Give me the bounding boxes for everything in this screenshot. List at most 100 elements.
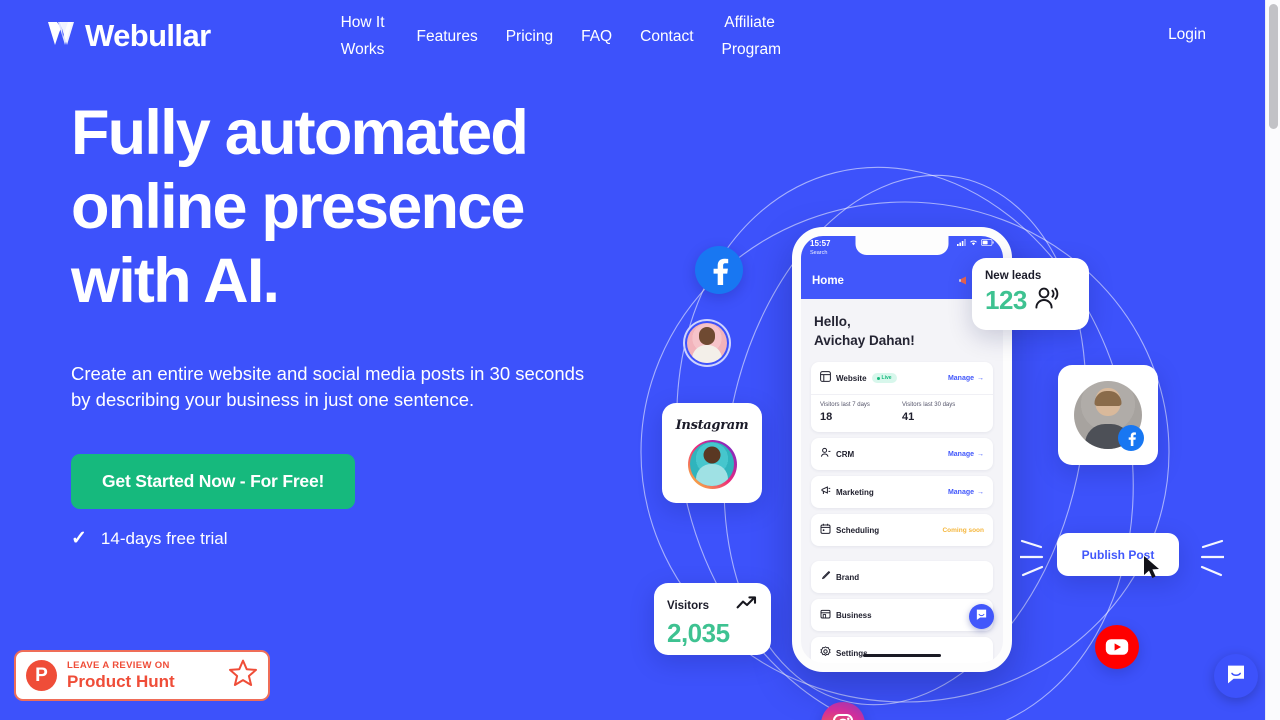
brush-icon <box>820 568 831 586</box>
instagram-wordmark: Instagram <box>675 417 749 433</box>
hero-subtitle: Create an entire website and social medi… <box>71 363 585 410</box>
social-youtube-icon[interactable] <box>1095 625 1139 669</box>
store-icon <box>820 606 831 624</box>
visitors-card: Visitors 2,035 <box>654 583 771 655</box>
product-hunt-badge[interactable]: P LEAVE A REVIEW ON Product Hunt <box>14 650 270 701</box>
nav-item-how-it-works[interactable]: How It Works <box>323 9 403 63</box>
gear-icon <box>820 644 831 662</box>
facebook-icon <box>1118 425 1144 451</box>
coming-soon-badge: Coming soon <box>942 526 984 534</box>
instagram-card: Instagram <box>662 403 762 503</box>
row-label: Business <box>836 610 872 620</box>
click-rays-right-icon <box>1200 539 1224 577</box>
chat-smile-icon <box>1225 663 1247 690</box>
row-label: Brand <box>836 572 860 582</box>
trending-up-icon <box>736 595 758 616</box>
live-badge-label: Live <box>881 375 892 381</box>
manage-label: Manage <box>947 488 974 496</box>
stat-value: 18 <box>820 411 833 423</box>
phone-section-divider <box>801 552 1003 561</box>
new-leads-label: New leads <box>985 270 1042 282</box>
nav-item-pricing[interactable]: Pricing <box>492 23 567 50</box>
phone-row-scheduling[interactable]: Scheduling Coming soon <box>811 514 993 546</box>
phone-notch <box>855 236 949 255</box>
avatar-hair <box>1094 391 1122 407</box>
arrow-right-icon: → <box>977 488 984 496</box>
status-icons <box>957 238 994 248</box>
new-leads-value: 123 <box>985 285 1027 315</box>
product-hunt-logo-icon: P <box>26 660 57 691</box>
nav-item-affiliate-program[interactable]: Affiliate Program <box>708 9 792 63</box>
app-bar-title: Home <box>812 274 844 287</box>
intercom-chat-button[interactable] <box>1214 654 1258 698</box>
star-outline-icon[interactable] <box>228 658 258 693</box>
scrollbar-thumb[interactable] <box>1269 4 1278 129</box>
row-label: Marketing <box>836 487 874 497</box>
nav-item-faq[interactable]: FAQ <box>567 23 626 50</box>
profile-card <box>1058 365 1158 465</box>
row-content: Scheduling Coming soon <box>811 514 993 546</box>
phone-row-marketing[interactable]: Marketing Manage → <box>811 476 993 508</box>
product-hunt-text: LEAVE A REVIEW ON Product Hunt <box>67 660 218 692</box>
person-icon <box>820 445 831 463</box>
marketing-manage-link[interactable]: Manage → <box>948 489 984 496</box>
free-trial-note: ✓ 14-days free trial <box>71 527 631 550</box>
stat-visitors-7-days: Visitors last 7 days 18 <box>820 402 902 423</box>
page-title: Fully automated online presence with AI. <box>71 98 529 316</box>
stat-label: Visitors last 7 days <box>820 402 870 408</box>
stat-value: 41 <box>902 411 915 423</box>
webullar-w-mark-icon <box>47 20 80 52</box>
wifi-icon <box>969 239 978 248</box>
visitors-value: 2,035 <box>667 618 730 648</box>
social-facebook-icon[interactable] <box>695 246 743 294</box>
visitors-label: Visitors <box>667 599 709 612</box>
page-scrollbar[interactable] <box>1265 0 1280 720</box>
row-label: Scheduling <box>836 525 880 535</box>
phone-row-crm[interactable]: CRM Manage → <box>811 438 993 470</box>
phone-home-indicator <box>863 653 941 657</box>
website-card-title: Website <box>836 373 867 383</box>
status-search-label: Search <box>810 250 828 256</box>
phone-chat-fab[interactable] <box>969 604 994 629</box>
main-nav: How It Works Features Pricing FAQ Contac… <box>323 9 792 63</box>
people-icon <box>1034 286 1061 315</box>
stat-label: Visitors last 30 days <box>902 402 956 408</box>
brand-name: Webullar <box>85 18 211 53</box>
calendar-icon <box>820 521 831 539</box>
phone-website-card[interactable]: Website Live Manage → Visitors last 7 da… <box>811 362 993 432</box>
nav-item-contact[interactable]: Contact <box>626 23 707 50</box>
layout-icon <box>820 369 831 387</box>
website-card-header: Website Live Manage → <box>811 362 993 395</box>
stat-visitors-30-days: Visitors last 30 days 41 <box>902 402 984 423</box>
manage-label: Manage <box>947 450 974 458</box>
instagram-avatar-ring <box>687 439 737 489</box>
signal-icon <box>957 239 966 248</box>
website-manage-link[interactable]: Manage → <box>948 375 984 382</box>
get-started-button[interactable]: Get Started Now - For Free! <box>71 454 356 509</box>
product-hunt-bottom-label: Product Hunt <box>67 671 175 691</box>
site-header: Webullar How It Works Features Pricing F… <box>0 0 1265 72</box>
row-label: CRM <box>836 449 855 459</box>
avatar <box>690 442 734 486</box>
hero-content: Fully automated online presence with AI.… <box>71 96 631 550</box>
arrow-right-icon: → <box>977 450 984 458</box>
row-content: Brand <box>811 561 993 593</box>
battery-icon <box>980 238 994 248</box>
phone-row-business[interactable]: Business <box>811 599 993 631</box>
product-hunt-top-label: LEAVE A REVIEW ON <box>67 659 170 671</box>
status-badge: Live <box>871 373 897 383</box>
brand-logo[interactable]: Webullar <box>47 18 211 54</box>
row-content: Marketing Manage → <box>811 476 993 508</box>
megaphone-icon <box>820 483 831 501</box>
phone-row-brand[interactable]: Brand <box>811 561 993 593</box>
nav-item-features[interactable]: Features <box>403 23 492 50</box>
megaphone-icon[interactable] <box>958 274 971 287</box>
manage-label: Manage <box>947 374 974 382</box>
login-link[interactable]: Login <box>1168 26 1206 44</box>
new-leads-row: 123 <box>985 285 1076 316</box>
visitors-header: Visitors <box>667 595 758 616</box>
crm-manage-link[interactable]: Manage → <box>948 451 984 458</box>
hero-illustration: 15:57 Search Home Hello, Avichay Dahan! … <box>620 40 1265 720</box>
mouse-cursor-icon <box>1144 556 1159 578</box>
live-dot-icon <box>876 376 880 380</box>
